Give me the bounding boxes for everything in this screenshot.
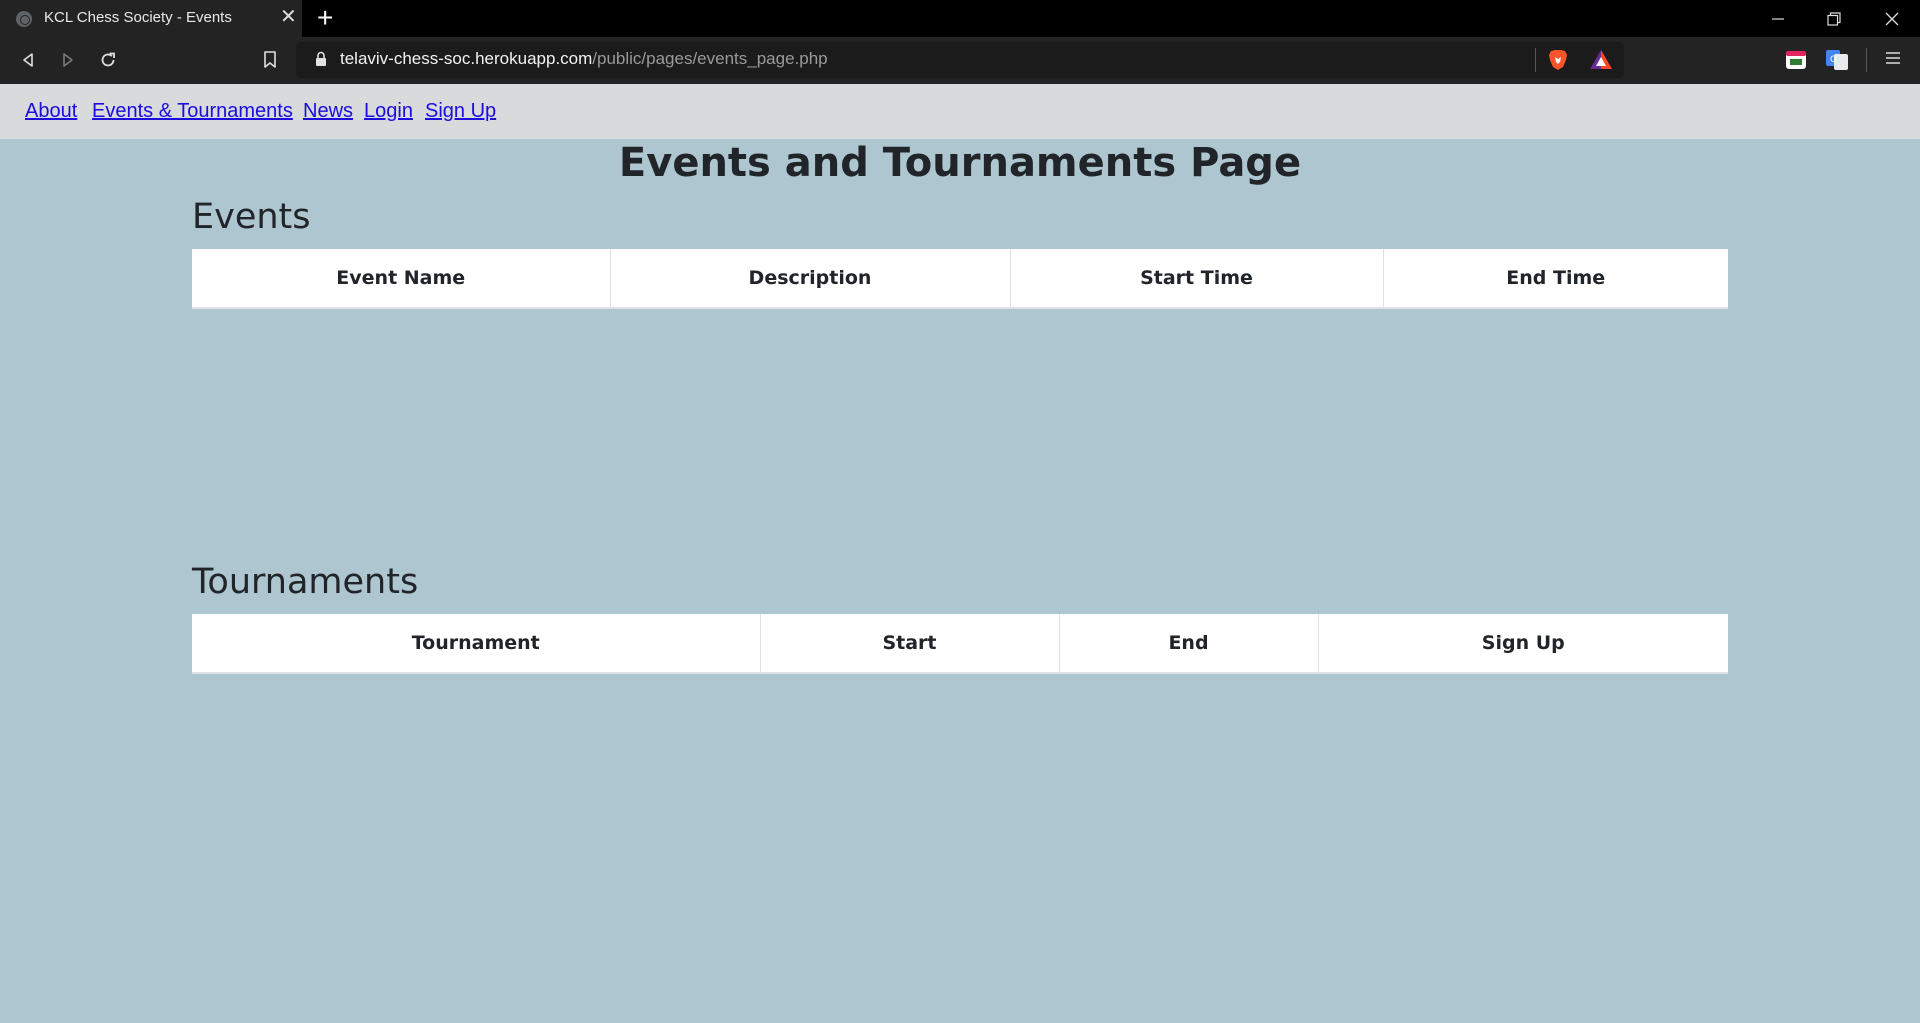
events-table-header-row: Event Name Description Start Time End Ti… — [192, 249, 1728, 309]
forward-icon[interactable] — [54, 46, 82, 74]
tab-title: KCL Chess Society - Events — [44, 9, 232, 26]
close-window-icon[interactable] — [1864, 0, 1920, 37]
tournaments-table-header-row: Tournament Start End Sign Up — [192, 614, 1728, 674]
brave-rewards-icon[interactable] — [1588, 48, 1614, 72]
column-header: Sign Up — [1318, 614, 1728, 674]
close-tab-icon[interactable]: ✕ — [280, 7, 297, 27]
column-header: Start Time — [1010, 249, 1384, 309]
toolbar-divider — [1866, 48, 1867, 72]
url-path: /public/pages/events_page.php — [592, 49, 828, 68]
page-title: Events and Tournaments Page — [618, 140, 1302, 186]
globe-icon — [16, 11, 32, 27]
url-text[interactable]: telaviv-chess-soc.herokuapp.com/public/p… — [340, 49, 828, 69]
column-header: Tournament — [192, 614, 761, 674]
lock-icon[interactable] — [314, 50, 328, 68]
brave-shields-icon[interactable] — [1546, 48, 1570, 72]
translate-icon[interactable]: G — [1825, 49, 1849, 71]
minimize-icon[interactable] — [1750, 0, 1806, 37]
nav-link-login[interactable]: Login — [364, 100, 413, 123]
menu-icon[interactable] — [1880, 44, 1906, 72]
url-host: telaviv-chess-soc.herokuapp.com — [340, 49, 593, 68]
nav-link-events-tournaments[interactable]: Events & Tournaments — [92, 100, 293, 123]
bookmark-icon[interactable] — [256, 46, 284, 74]
events-table: Event Name Description Start Time End Ti… — [192, 249, 1728, 309]
reload-icon[interactable] — [94, 46, 122, 74]
nav-link-sign-up[interactable]: Sign Up — [425, 100, 496, 123]
column-header: End Time — [1383, 249, 1728, 309]
restore-icon[interactable] — [1806, 0, 1862, 37]
tournaments-heading: Tournaments — [192, 562, 419, 602]
events-heading: Events — [192, 197, 311, 237]
tournaments-table: Tournament Start End Sign Up — [192, 614, 1728, 674]
toolbar-divider — [1535, 48, 1536, 72]
nav-link-about[interactable]: About — [25, 100, 77, 123]
back-icon[interactable] — [14, 46, 42, 74]
new-tab-icon[interactable]: + — [317, 4, 333, 32]
pocket-icon[interactable] — [1785, 50, 1807, 70]
column-header: Start — [760, 614, 1060, 674]
browser-tab[interactable]: KCL Chess Society - Events ✕ — [0, 0, 302, 37]
nav-link-news[interactable]: News — [303, 100, 353, 123]
svg-text:G: G — [1830, 55, 1837, 65]
column-header: End — [1059, 614, 1319, 674]
column-header: Description — [610, 249, 1011, 309]
column-header: Event Name — [192, 249, 611, 309]
